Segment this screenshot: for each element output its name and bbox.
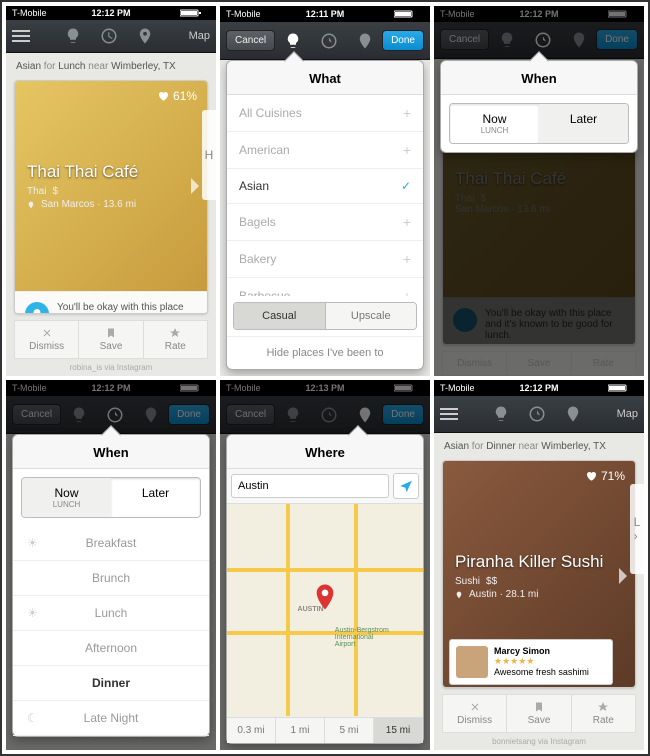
later-button[interactable]: Later <box>539 104 628 143</box>
timeslot-late-night[interactable]: ☾Late Night <box>13 701 209 736</box>
locate-me-button[interactable] <box>393 473 419 499</box>
menu-icon[interactable] <box>12 35 30 37</box>
like-badge: 61% <box>157 89 197 103</box>
tip-row: You'll be okay with this place and it's … <box>15 291 207 314</box>
cuisine-row-asian[interactable]: Asian✓ <box>227 169 423 204</box>
what-popover: What All Cuisines+American+Asian✓Bagels+… <box>226 60 424 370</box>
screen-dinner-card: T-Mobile12:12 PM Map Asian for Dinner ne… <box>434 380 644 750</box>
user-tip-tile[interactable]: Marcy Simon ★★★★★ Awesome fresh sashimi <box>449 639 613 685</box>
filter-summary: Asian for Lunch near Wimberley, TX <box>6 53 216 80</box>
timeslot-breakfast[interactable]: ☀Breakfast <box>13 526 209 561</box>
status-bar: T-Mobile 12:11 PM <box>220 6 430 22</box>
timeslot-list[interactable]: ☀BreakfastBrunch☀LunchAfternoonDinner☾La… <box>13 526 209 736</box>
result-card-sushi[interactable]: 71% Piranha Killer Sushi Sushi$$ Austin … <box>442 460 636 688</box>
clock-icon[interactable] <box>100 27 118 45</box>
map-button[interactable]: Map <box>617 408 638 420</box>
menu-icon[interactable] <box>440 413 458 415</box>
user-tip-text: Awesome fresh sashimi <box>494 667 589 677</box>
top-nav: Map <box>6 20 216 53</box>
pin-icon[interactable] <box>356 32 374 50</box>
radius-5mi[interactable]: 5 mi <box>325 718 374 743</box>
cuisine-row-all-cuisines[interactable]: All Cuisines+ <box>227 95 423 132</box>
bulb-icon[interactable] <box>284 32 302 50</box>
next-card-peek[interactable]: L› <box>630 484 644 574</box>
screen-when-later: T-Mobile12:12 PM Cancel Done You'll be o… <box>6 380 216 750</box>
card-meta: Thai$ <box>27 186 195 197</box>
dismiss-button[interactable]: Dismiss <box>14 320 79 359</box>
location-arrow-icon <box>399 479 413 493</box>
when-popover: When NowLUNCH Later <box>440 60 638 153</box>
map-button[interactable]: Map <box>189 30 210 42</box>
where-popover: Where AUSTIN Austin-Bergstrom Internatio… <box>226 434 424 744</box>
status-bar: T-Mobile 12:12 PM <box>6 6 216 20</box>
screen-what: T-Mobile 12:11 PM Cancel Done What All C… <box>220 6 430 376</box>
cuisine-row-american[interactable]: American+ <box>227 132 423 169</box>
dismiss-button[interactable]: Dismiss <box>442 694 507 733</box>
time-segment: NowLUNCH Later <box>449 103 629 144</box>
time-label: 12:12 PM <box>91 8 130 18</box>
later-button[interactable]: Later <box>111 478 200 517</box>
when-popover-later: When NowLUNCH Later ☀BreakfastBrunch☀Lun… <box>12 434 210 737</box>
bulb-icon[interactable] <box>64 27 82 45</box>
card-location: San Marcos · 13.6 mi <box>27 199 195 210</box>
now-button[interactable]: NowLUNCH <box>450 104 539 143</box>
map-pin-icon <box>315 584 335 610</box>
casual-button[interactable]: Casual <box>234 303 325 329</box>
radius-1mi[interactable]: 1 mi <box>276 718 325 743</box>
result-card-thai[interactable]: 61% Thai Thai Café Thai$ San Marcos · 13… <box>14 80 208 314</box>
pin-small-icon <box>455 591 463 599</box>
clock-icon[interactable] <box>528 405 546 423</box>
bulb-icon[interactable] <box>492 405 510 423</box>
card-title: Thai Thai Café <box>27 162 195 182</box>
location-search-input[interactable] <box>231 474 389 498</box>
pin-icon[interactable] <box>564 405 582 423</box>
timeslot-dinner[interactable]: Dinner <box>13 666 209 701</box>
chevron-right-icon[interactable] <box>617 568 627 584</box>
avatar <box>456 646 488 678</box>
upscale-button[interactable]: Upscale <box>325 303 417 329</box>
user-name: Marcy Simon <box>494 646 589 656</box>
screen-where: T-Mobile12:13 PM Cancel Done Where <box>220 380 430 750</box>
cuisine-row-bakery[interactable]: Bakery+ <box>227 241 423 278</box>
popover-title: What <box>227 61 423 95</box>
heart-icon <box>585 470 597 482</box>
style-segment: Casual Upscale <box>233 302 417 330</box>
timeslot-lunch[interactable]: ☀Lunch <box>13 596 209 631</box>
actions-bar: Dismiss Save Rate <box>14 320 208 359</box>
cuisine-row-barbecue[interactable]: Barbecue+ <box>227 278 423 296</box>
screen-when-now: T-Mobile12:12 PM Cancel Done Asian for L… <box>434 6 644 376</box>
card-title: Piranha Killer Sushi <box>455 552 623 572</box>
timeslot-afternoon[interactable]: Afternoon <box>13 631 209 666</box>
cuisine-list[interactable]: All Cuisines+American+Asian✓Bagels+Baker… <box>227 95 423 296</box>
chevron-right-icon[interactable] <box>189 178 199 194</box>
now-button[interactable]: NowLUNCH <box>22 478 111 517</box>
timeslot-brunch[interactable]: Brunch <box>13 561 209 596</box>
star-rating-icon: ★★★★★ <box>494 656 589 667</box>
radius-segment: 0.3 mi1 mi5 mi15 mi <box>227 717 423 743</box>
radius-15mi[interactable]: 15 mi <box>374 718 423 743</box>
screen-lunch-card: T-Mobile 12:12 PM Map Asian for Lunch ne… <box>6 6 216 376</box>
rate-button[interactable]: Rate <box>572 694 636 733</box>
map-view[interactable]: AUSTIN Austin-Bergstrom International Ai… <box>227 504 423 717</box>
radius-0.3mi[interactable]: 0.3 mi <box>227 718 276 743</box>
photo-credit: robina_is via Instagram <box>6 359 216 376</box>
cuisine-row-bagels[interactable]: Bagels+ <box>227 204 423 241</box>
heart-icon <box>157 90 169 102</box>
save-button[interactable]: Save <box>507 694 571 733</box>
save-button[interactable]: Save <box>79 320 143 359</box>
done-button[interactable]: Done <box>382 30 424 51</box>
hide-visited-button[interactable]: Hide places I've been to <box>227 336 423 369</box>
tip-icon <box>25 302 49 314</box>
rate-button[interactable]: Rate <box>144 320 208 359</box>
pin-small-icon <box>27 201 35 209</box>
clock-icon[interactable] <box>320 32 338 50</box>
pin-icon[interactable] <box>136 27 154 45</box>
cancel-button[interactable]: Cancel <box>226 30 275 51</box>
carrier-label: T-Mobile <box>12 8 47 18</box>
status-right-icons <box>180 8 210 19</box>
next-card-peek[interactable]: H <box>202 110 216 200</box>
